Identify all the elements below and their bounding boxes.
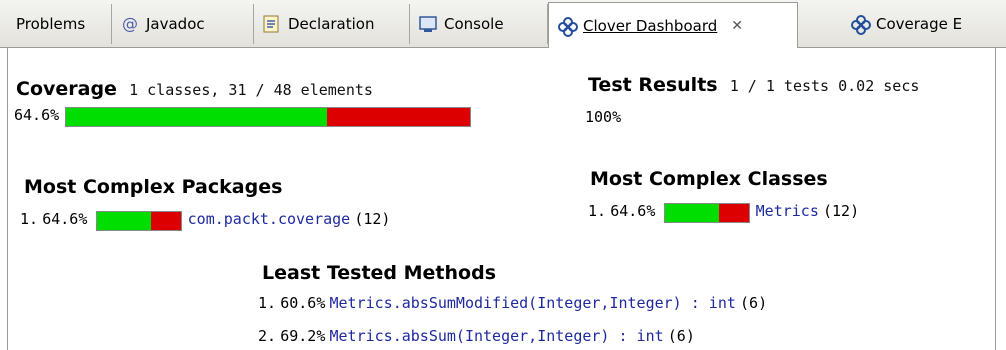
rank: 1. xyxy=(20,210,39,228)
bar-covered xyxy=(96,211,151,230)
coverage-bar xyxy=(65,106,472,127)
package-complexity: (12) xyxy=(354,210,391,228)
view-border-right xyxy=(995,48,1006,350)
coverage-percent: 64.6% xyxy=(14,106,60,124)
package-link[interactable]: com.packt.coverage xyxy=(188,210,351,228)
method-complexity: (6) xyxy=(667,327,695,345)
dashboard-content: Coverage 1 classes, 31 / 48 elements 64.… xyxy=(0,48,1006,350)
declaration-icon xyxy=(262,14,282,34)
list-item: 1. 64.6% Metrics (12) xyxy=(588,202,859,223)
test-results-percent: 100% xyxy=(585,108,622,126)
method-link[interactable]: Metrics.absSum(Integer,Integer) : int xyxy=(330,327,664,345)
package-coverage-bar xyxy=(95,210,182,231)
test-results-heading: Test Results 1 / 1 tests 0.02 secs xyxy=(588,74,919,96)
method-complexity: (6) xyxy=(740,294,768,312)
tab-coverage-explorer[interactable]: Coverage E xyxy=(842,4,1006,44)
tab-problems-label: Problems xyxy=(16,15,86,33)
tab-javadoc[interactable]: @ Javadoc xyxy=(112,4,254,44)
class-coverage-bar xyxy=(663,202,750,223)
tab-clover-dashboard[interactable]: Clover Dashboard ✕ xyxy=(548,2,798,48)
complex-packages-title: Most Complex Packages xyxy=(24,176,283,198)
coverage-summary: 1 classes, 31 / 48 elements xyxy=(129,81,373,99)
package-percent: 64.6% xyxy=(42,210,88,228)
tab-declaration-label: Declaration xyxy=(288,15,375,33)
class-link[interactable]: Metrics xyxy=(756,202,819,220)
test-results-summary: 1 / 1 tests 0.02 secs xyxy=(729,77,920,95)
coverage-row: 64.6% xyxy=(14,106,472,127)
bar-uncovered xyxy=(718,203,749,222)
method-percent: 60.6% xyxy=(280,294,326,312)
console-icon xyxy=(418,14,438,34)
at-icon: @ xyxy=(122,14,138,33)
list-item: 2. 69.2% Metrics.absSum(Integer,Integer)… xyxy=(258,327,695,345)
bar-covered xyxy=(664,203,719,222)
tab-console-label: Console xyxy=(444,15,504,33)
test-results-title: Test Results xyxy=(588,74,718,96)
tab-problems[interactable]: Problems xyxy=(8,4,112,44)
coverage-title: Coverage xyxy=(16,78,117,100)
coverage-bar-covered xyxy=(66,107,328,126)
close-icon[interactable]: ✕ xyxy=(731,18,743,34)
bar-uncovered xyxy=(150,211,181,230)
class-complexity: (12) xyxy=(823,202,860,220)
tab-javadoc-label: Javadoc xyxy=(146,15,205,33)
tab-coverage-explorer-label: Coverage E xyxy=(876,15,963,33)
least-tested-title: Least Tested Methods xyxy=(262,262,497,284)
class-percent: 64.6% xyxy=(610,202,656,220)
list-item: 1. 60.6% Metrics.absSumModified(Integer,… xyxy=(258,294,767,312)
complex-classes-title: Most Complex Classes xyxy=(590,168,828,190)
coverage-heading: Coverage 1 classes, 31 / 48 elements xyxy=(16,78,373,100)
coverage-bar-uncovered xyxy=(327,107,471,126)
view-border-left xyxy=(0,48,8,350)
method-link[interactable]: Metrics.absSumModified(Integer,Integer) … xyxy=(330,294,736,312)
tab-declaration[interactable]: Declaration xyxy=(254,4,410,44)
rank: 1. xyxy=(258,294,277,312)
tab-console[interactable]: Console xyxy=(410,4,548,44)
rank: 1. xyxy=(588,202,607,220)
method-percent: 69.2% xyxy=(280,327,326,345)
clover-icon xyxy=(557,16,578,37)
rank: 2. xyxy=(258,327,277,345)
tab-clover-dashboard-label: Clover Dashboard xyxy=(583,16,718,35)
view-tab-bar: Problems @ Javadoc Declaration Console C… xyxy=(0,0,1006,48)
clover-icon xyxy=(850,14,871,35)
list-item: 1. 64.6% com.packt.coverage (12) xyxy=(20,210,390,231)
